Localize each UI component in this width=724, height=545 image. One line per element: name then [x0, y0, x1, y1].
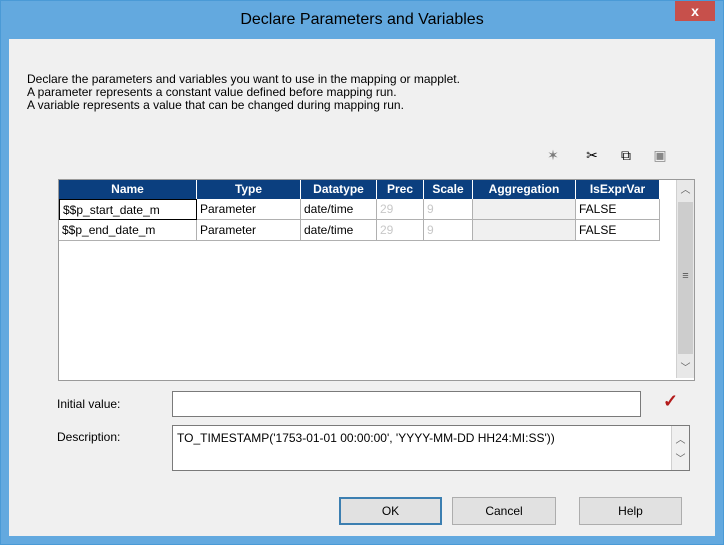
- row1-datatype[interactable]: date/time: [301, 199, 377, 220]
- initial-value-label: Initial value:: [57, 397, 121, 411]
- initial-value-input[interactable]: [172, 391, 641, 417]
- desc-scroll-down-icon[interactable]: ﹀: [672, 451, 689, 468]
- close-button[interactable]: x: [675, 1, 715, 21]
- column-header-type[interactable]: Type: [197, 180, 301, 199]
- ok-button[interactable]: OK: [339, 497, 442, 525]
- copy-icon[interactable]: ⧉: [617, 146, 635, 164]
- description-text: TO_TIMESTAMP('1753-01-01 00:00:00', 'YYY…: [177, 431, 555, 445]
- grid-scrollbar[interactable]: ︿ ≡ ﹀: [676, 180, 694, 378]
- row2-scale[interactable]: 9: [424, 220, 473, 241]
- new-icon[interactable]: ✶: [544, 146, 562, 164]
- checkmark-icon[interactable]: ✓: [663, 391, 678, 412]
- row1-prec[interactable]: 29: [377, 199, 424, 220]
- row1-scale[interactable]: 9: [424, 199, 473, 220]
- row2-name[interactable]: $$p_end_date_m: [59, 220, 197, 241]
- intro-text: Declare the parameters and variables you…: [27, 73, 460, 112]
- intro-line-3: A variable represents a value that can b…: [27, 98, 404, 112]
- desc-scroll-up-icon[interactable]: ︿: [672, 432, 689, 449]
- description-scrollbar[interactable]: ︿ ﹀: [671, 426, 689, 470]
- column-header-isexprvar[interactable]: IsExprVar: [576, 180, 660, 199]
- column-header-aggregation[interactable]: Aggregation: [473, 180, 576, 199]
- help-button[interactable]: Help: [579, 497, 682, 525]
- column-header-scale[interactable]: Scale: [424, 180, 473, 199]
- row1-name[interactable]: $$p_start_date_m: [59, 199, 197, 220]
- row2-datatype[interactable]: date/time: [301, 220, 377, 241]
- description-field[interactable]: TO_TIMESTAMP('1753-01-01 00:00:00', 'YYY…: [172, 425, 690, 471]
- dialog-window: Declare Parameters and Variables x Decla…: [0, 0, 724, 545]
- scroll-up-icon[interactable]: ︿: [677, 182, 694, 199]
- row2-aggregation[interactable]: [473, 220, 576, 241]
- row2-isexprvar[interactable]: FALSE: [576, 220, 660, 241]
- cancel-button[interactable]: Cancel: [452, 497, 556, 525]
- row1-type[interactable]: Parameter: [197, 199, 301, 220]
- dialog-title: Declare Parameters and Variables: [240, 11, 484, 28]
- title-bar[interactable]: Declare Parameters and Variables x: [1, 1, 723, 39]
- row2-type[interactable]: Parameter: [197, 220, 301, 241]
- row2-prec[interactable]: 29: [377, 220, 424, 241]
- column-header-datatype[interactable]: Datatype: [301, 180, 377, 199]
- description-label: Description:: [57, 430, 121, 444]
- scroll-thumb[interactable]: ≡: [678, 202, 693, 354]
- cut-icon[interactable]: ✂: [583, 146, 601, 164]
- variables-grid[interactable]: Name Type Datatype Prec Scale Aggregatio…: [58, 179, 695, 381]
- row1-aggregation[interactable]: [473, 199, 576, 220]
- column-header-name[interactable]: Name: [59, 180, 197, 199]
- dialog-body: Declare the parameters and variables you…: [9, 39, 715, 536]
- grip-icon: ≡: [682, 270, 689, 282]
- paste-icon[interactable]: ▣: [651, 146, 669, 164]
- column-header-prec[interactable]: Prec: [377, 180, 424, 199]
- row1-isexprvar[interactable]: FALSE: [576, 199, 660, 220]
- scroll-down-icon[interactable]: ﹀: [677, 360, 694, 377]
